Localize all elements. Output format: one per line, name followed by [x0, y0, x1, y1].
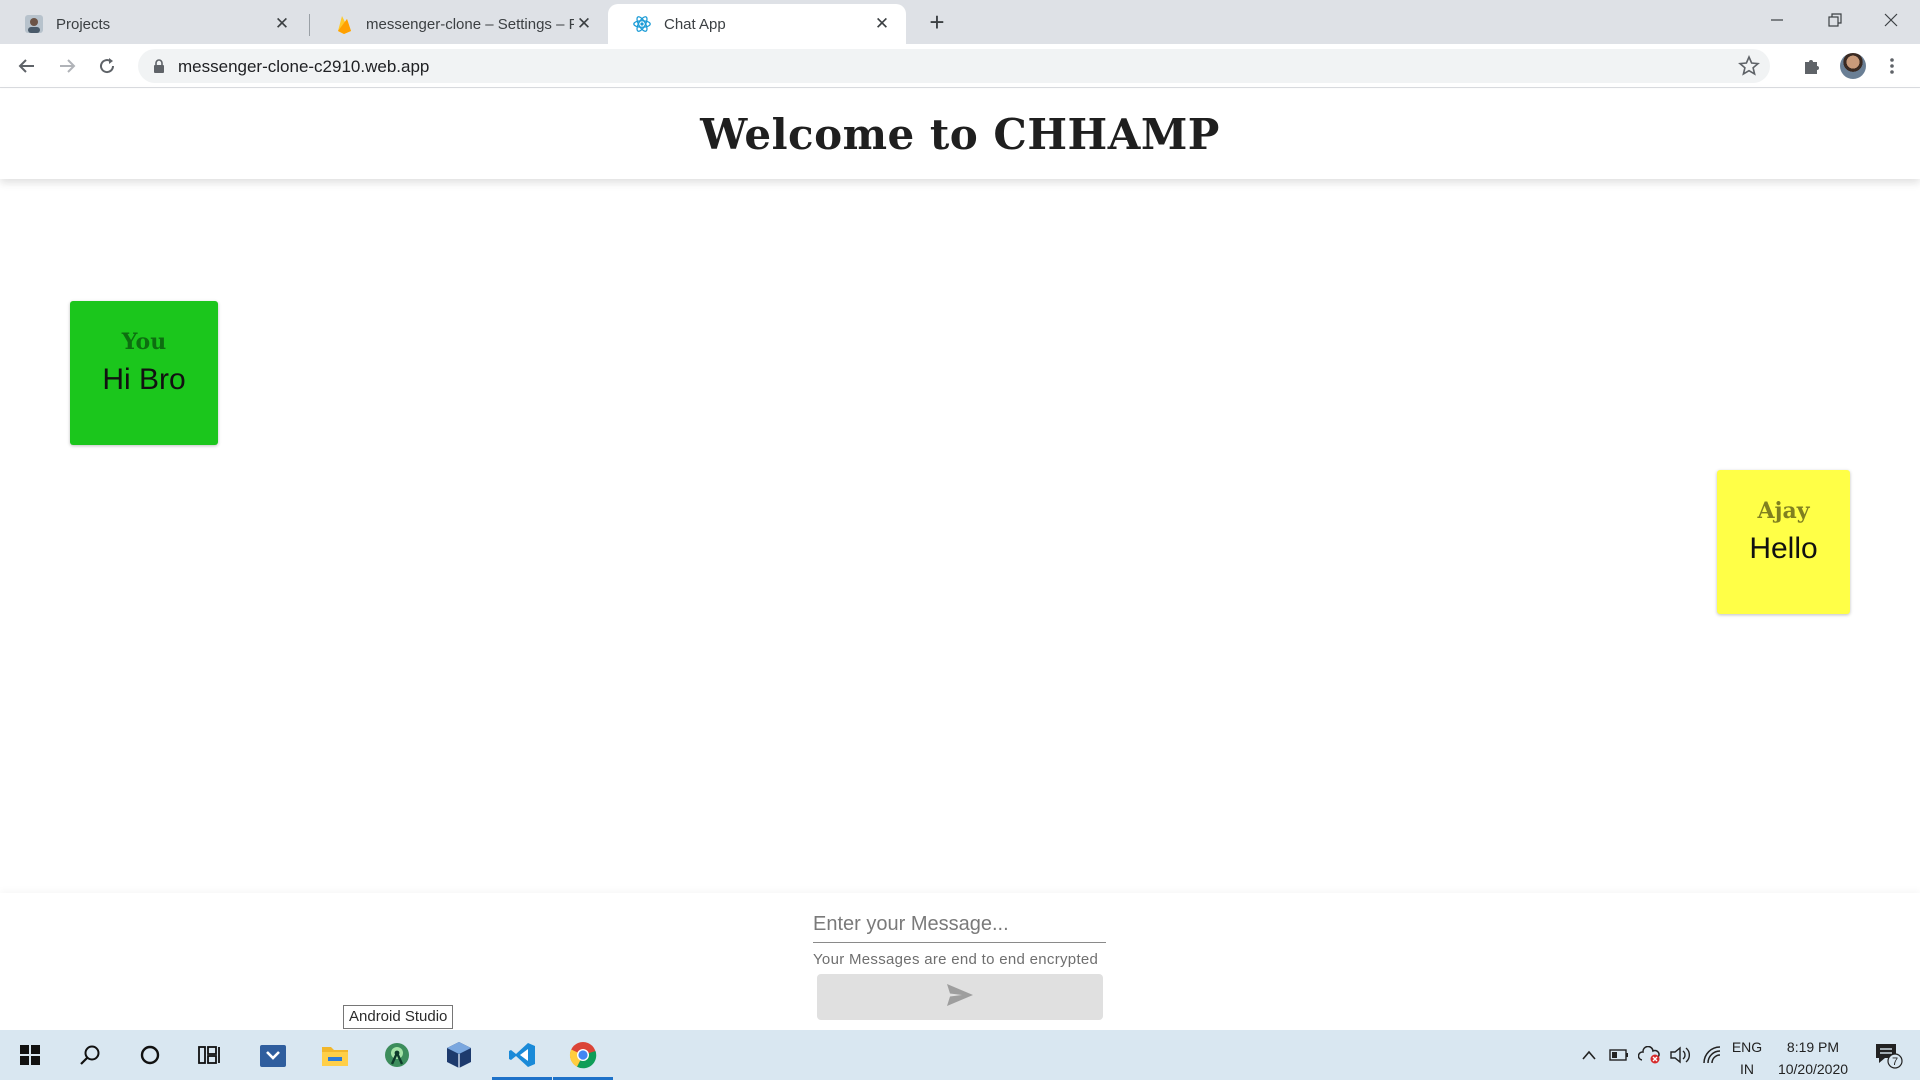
tab-title: Chat App [664, 15, 726, 33]
message-input[interactable] [813, 907, 1106, 943]
close-icon[interactable]: ✕ [574, 14, 594, 34]
onedrive-error-icon[interactable] [1636, 1030, 1664, 1080]
language-code: ENG [1731, 1039, 1763, 1055]
show-hidden-icons-chevron-icon[interactable] [1578, 1030, 1600, 1080]
input-language[interactable]: ENG IN [1730, 1036, 1764, 1080]
encryption-helper-text: Your Messages are end to end encrypted [813, 951, 1099, 968]
taskbar-tooltip: Android Studio [343, 1005, 454, 1029]
new-tab-plus-icon[interactable]: + [924, 9, 950, 36]
search-icon[interactable] [60, 1030, 120, 1080]
tab-title: messenger-clone – Settings – Fir [366, 15, 574, 33]
url-text: messenger-clone-c2910.web.app [178, 57, 430, 76]
tab-firebase-settings[interactable]: messenger-clone – Settings – Fir ✕ [310, 4, 608, 44]
virtualbox-icon[interactable] [429, 1030, 489, 1080]
bookmark-star-icon[interactable] [1738, 54, 1760, 77]
tab-chat-app[interactable]: Chat App ✕ [608, 4, 906, 44]
message-card-own: You Hi Bro [70, 301, 218, 445]
reload-icon[interactable] [93, 52, 121, 80]
file-explorer-icon[interactable] [305, 1030, 365, 1080]
message-composer: Your Messages are end to end encrypted [0, 893, 1920, 1030]
close-window-icon[interactable] [1862, 0, 1920, 40]
firebase-icon [334, 14, 354, 34]
app-header: Welcome to CHHAMP [0, 89, 1920, 179]
region-code: IN [1740, 1061, 1754, 1077]
vscode-icon[interactable] [492, 1030, 552, 1080]
send-button[interactable] [817, 974, 1103, 1020]
close-icon[interactable]: ✕ [272, 14, 292, 34]
notification-count: 7 [1892, 1056, 1898, 1068]
clock[interactable]: 8:19 PM 10/20/2020 [1770, 1036, 1856, 1080]
forward-arrow-icon[interactable] [53, 52, 81, 80]
page-title: Welcome to CHHAMP [700, 109, 1220, 159]
menu-kebab-icon[interactable] [1878, 52, 1906, 80]
avatar [1840, 53, 1866, 79]
chat-app-page: Welcome to CHHAMP You Hi Bro Ajay Hello … [0, 89, 1920, 1030]
react-icon [632, 14, 652, 34]
message-sender: You [121, 329, 167, 355]
chrome-icon[interactable] [553, 1030, 613, 1080]
extensions-puzzle-icon[interactable] [1798, 52, 1826, 80]
restore-icon[interactable] [1806, 0, 1864, 40]
address-bar[interactable]: messenger-clone-c2910.web.app [138, 49, 1770, 83]
task-view-icon[interactable] [180, 1030, 240, 1080]
minimize-icon[interactable] [1748, 0, 1806, 40]
cortana-icon[interactable] [120, 1030, 180, 1080]
battery-icon[interactable] [1606, 1030, 1632, 1080]
notifications-icon[interactable]: 7 [1866, 1030, 1910, 1080]
tab-strip: Projects ✕ messenger-clone – Settings – … [0, 0, 1920, 44]
volume-icon[interactable] [1666, 1030, 1694, 1080]
profile-avatar[interactable] [1839, 52, 1867, 80]
android-studio-icon[interactable] [367, 1030, 427, 1080]
start-icon[interactable] [0, 1030, 60, 1080]
browser-toolbar: messenger-clone-c2910.web.app [0, 44, 1920, 88]
github-avatar-icon [24, 14, 44, 34]
message-text: Hello [1749, 532, 1818, 565]
lock-icon [152, 59, 166, 73]
clock-time: 8:19 PM [1786, 1039, 1840, 1055]
send-icon [946, 983, 974, 1012]
wifi-icon[interactable] [1698, 1030, 1726, 1080]
message-text: Hi Bro [102, 363, 186, 396]
windows-taskbar: ENG IN 8:19 PM 10/20/2020 7 [0, 1030, 1920, 1080]
back-arrow-icon[interactable] [13, 52, 41, 80]
message-card-other: Ajay Hello [1717, 470, 1850, 614]
store-icon[interactable] [243, 1030, 303, 1080]
tab-title: Projects [56, 15, 111, 33]
tab-projects[interactable]: Projects ✕ [0, 4, 306, 44]
close-icon[interactable]: ✕ [872, 14, 892, 34]
clock-date: 10/20/2020 [1777, 1061, 1849, 1077]
message-sender: Ajay [1757, 498, 1810, 524]
